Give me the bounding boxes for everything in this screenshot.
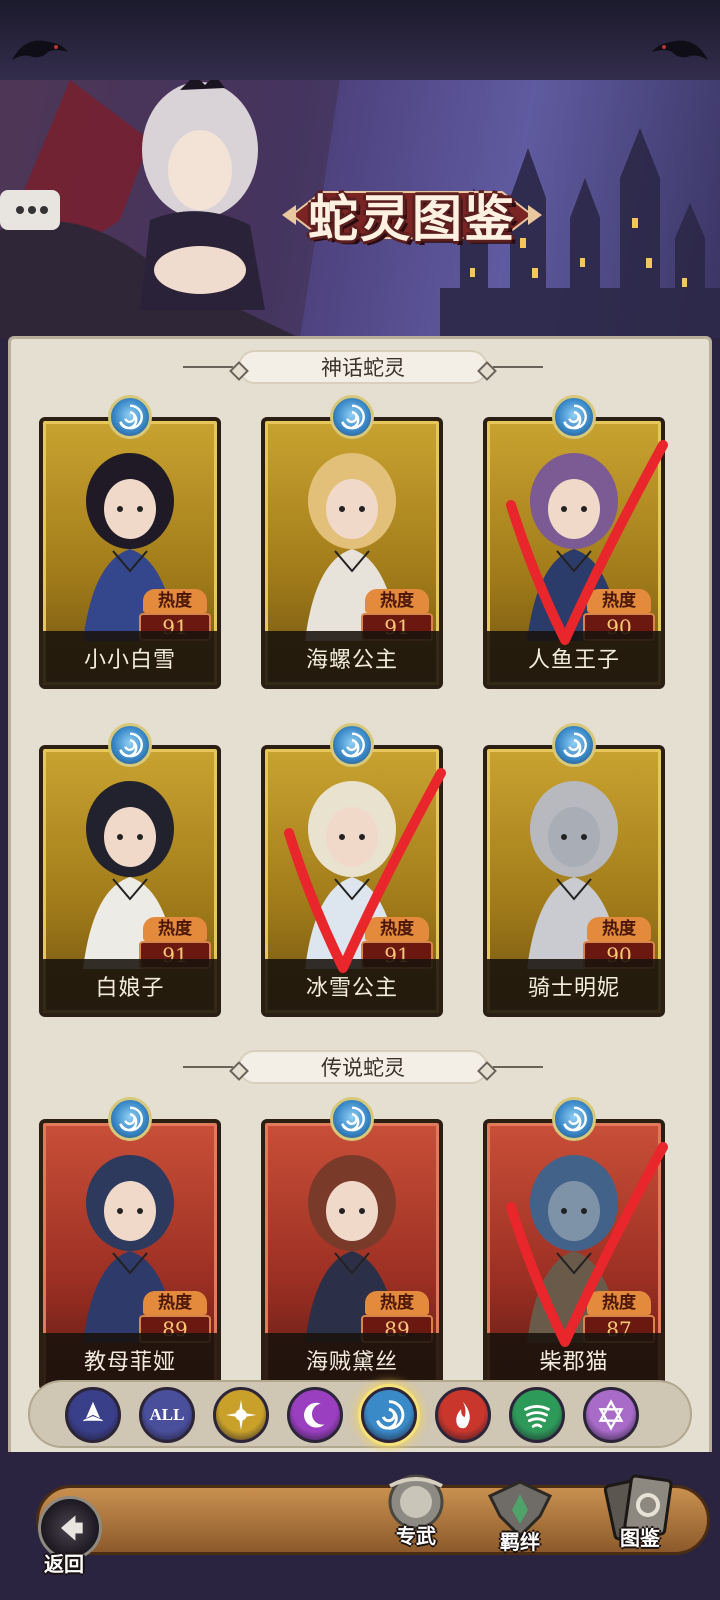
- name-bar: 教母菲娅: [43, 1333, 217, 1387]
- character-card[interactable]: 热度 90 人鱼王子: [483, 395, 665, 689]
- water-element-icon: [108, 1097, 152, 1141]
- water-element-icon: [552, 395, 596, 439]
- header-divider: [183, 366, 233, 368]
- tab-label: 羁绊: [500, 1532, 540, 1554]
- filter-all-button[interactable]: ALL: [139, 1387, 195, 1443]
- heat-label: 热度: [587, 917, 651, 941]
- name-bar: 海螺公主: [265, 631, 439, 685]
- codex-title-plate: 蛇灵图鉴: [282, 172, 542, 258]
- element-filter-bar: ALL: [28, 1380, 692, 1448]
- character-name: 海螺公主: [305, 647, 398, 672]
- filter-water-swirl-button[interactable]: [361, 1387, 417, 1443]
- character-card[interactable]: 热度 90 骑士明妮: [483, 723, 665, 1017]
- water-element-icon: [552, 1097, 596, 1141]
- heat-label: 热度: [587, 589, 651, 613]
- water-element-icon: [330, 723, 374, 767]
- fire-icon: [456, 1401, 470, 1429]
- heat-label: 热度: [143, 1291, 207, 1315]
- back-nav-item[interactable]: 返回: [44, 1548, 84, 1577]
- codex-panel: 神话蛇灵 传说蛇灵 热度 91 小小白雪 热度 91 海螺公主 热度 90 人鱼王子热度 91 白娘…: [8, 336, 712, 1480]
- character-card[interactable]: 热度 91 白娘子: [39, 723, 221, 1017]
- water-element-icon: [552, 723, 596, 767]
- codex-screen: 蛇灵图鉴 神话蛇灵 传说蛇灵 热度 91 小小白雪 热度 91 海螺公主 热度 90 人鱼王子热…: [0, 0, 720, 1600]
- filter-fire-button[interactable]: [435, 1387, 491, 1443]
- water-element-icon: [330, 395, 374, 439]
- nav-tab-codex[interactable]: 图鉴: [600, 1470, 680, 1551]
- top-frame: [0, 0, 720, 80]
- filter-wind-button[interactable]: [509, 1387, 565, 1443]
- heat-label: 热度: [587, 1291, 651, 1315]
- water-swirl-icon: [376, 1400, 405, 1430]
- character-name: 白娘子: [95, 975, 165, 1000]
- card-frame: 热度 89 教母菲娅: [39, 1119, 221, 1391]
- section-header-mythic: 神话蛇灵: [11, 347, 709, 387]
- character-name: 冰雪公主: [305, 975, 398, 1000]
- water-element-icon: [330, 1097, 374, 1141]
- name-bar: 人鱼王子: [487, 631, 661, 685]
- character-card[interactable]: 热度 87 柴郡猫: [483, 1097, 665, 1391]
- arrow-star-icon: [83, 1401, 103, 1422]
- card-frame: 热度 91 冰雪公主: [261, 745, 443, 1017]
- name-bar: 海贼黛丝: [265, 1333, 439, 1387]
- dragon-ornament-icon: [12, 40, 68, 60]
- card-frame: 热度 90 骑士明妮: [483, 745, 665, 1017]
- heat-label: 热度: [143, 917, 207, 941]
- filter-moon-button[interactable]: [287, 1387, 343, 1443]
- name-bar: 柴郡猫: [487, 1333, 661, 1387]
- character-card[interactable]: 热度 91 小小白雪: [39, 395, 221, 689]
- header-divider: [183, 1066, 233, 1068]
- character-name: 小小白雪: [83, 647, 176, 672]
- all-filter-label: ALL: [149, 1405, 185, 1424]
- water-element-icon: [108, 723, 152, 767]
- character-card[interactable]: 热度 89 教母菲娅: [39, 1097, 221, 1391]
- page-title: 蛇灵图鉴: [308, 189, 516, 248]
- nav-tab-bond[interactable]: 羁绊: [482, 1476, 558, 1555]
- section-title: 传说蛇灵: [238, 1050, 488, 1084]
- wind-icon: [524, 1405, 550, 1428]
- character-name: 海贼黛丝: [305, 1349, 398, 1374]
- section-title: 神话蛇灵: [238, 350, 488, 384]
- character-name: 人鱼王子: [527, 647, 620, 672]
- heat-label: 热度: [365, 1291, 429, 1315]
- card-frame: 热度 89 海贼黛丝: [261, 1119, 443, 1391]
- header-divider: [493, 1066, 543, 1068]
- sun-icon: [225, 1399, 257, 1431]
- tab-label: 专武: [396, 1526, 436, 1548]
- character-card[interactable]: 热度 91 海螺公主: [261, 395, 443, 689]
- header-divider: [493, 366, 543, 368]
- heat-label: 热度: [365, 917, 429, 941]
- character-card[interactable]: 热度 89 海贼黛丝: [261, 1097, 443, 1391]
- name-bar: 白娘子: [43, 959, 217, 1013]
- filter-sun-button[interactable]: [213, 1387, 269, 1443]
- character-name: 教母菲娅: [83, 1349, 176, 1374]
- water-element-icon: [108, 395, 152, 439]
- name-bar: 小小白雪: [43, 631, 217, 685]
- dragon-ornament-icon: [652, 40, 708, 60]
- section-header-legend: 传说蛇灵: [11, 1047, 709, 1087]
- back-label: 返回: [44, 1554, 84, 1576]
- heat-label: 热度: [365, 589, 429, 613]
- card-frame: 热度 87 柴郡猫: [483, 1119, 665, 1391]
- hexagram-icon: [598, 1399, 624, 1431]
- name-bar: 骑士明妮: [487, 959, 661, 1013]
- card-frame: 热度 91 海螺公主: [261, 417, 443, 689]
- card-frame: 热度 90 人鱼王子: [483, 417, 665, 689]
- codex-banner: 蛇灵图鉴: [0, 80, 720, 338]
- moon-icon: [304, 1402, 325, 1428]
- tab-label: 图鉴: [620, 1528, 660, 1550]
- card-frame: 热度 91 小小白雪: [39, 417, 221, 689]
- nav-tab-weapon[interactable]: 专武: [378, 1466, 454, 1549]
- heat-label: 热度: [143, 589, 207, 613]
- filter-hexagram-button[interactable]: [583, 1387, 639, 1443]
- filter-arrow-star-button[interactable]: [65, 1387, 121, 1443]
- character-card[interactable]: 热度 91 冰雪公主: [261, 723, 443, 1017]
- character-name: 柴郡猫: [539, 1349, 609, 1374]
- card-frame: 热度 91 白娘子: [39, 745, 221, 1017]
- character-name: 骑士明妮: [527, 975, 620, 1000]
- name-bar: 冰雪公主: [265, 959, 439, 1013]
